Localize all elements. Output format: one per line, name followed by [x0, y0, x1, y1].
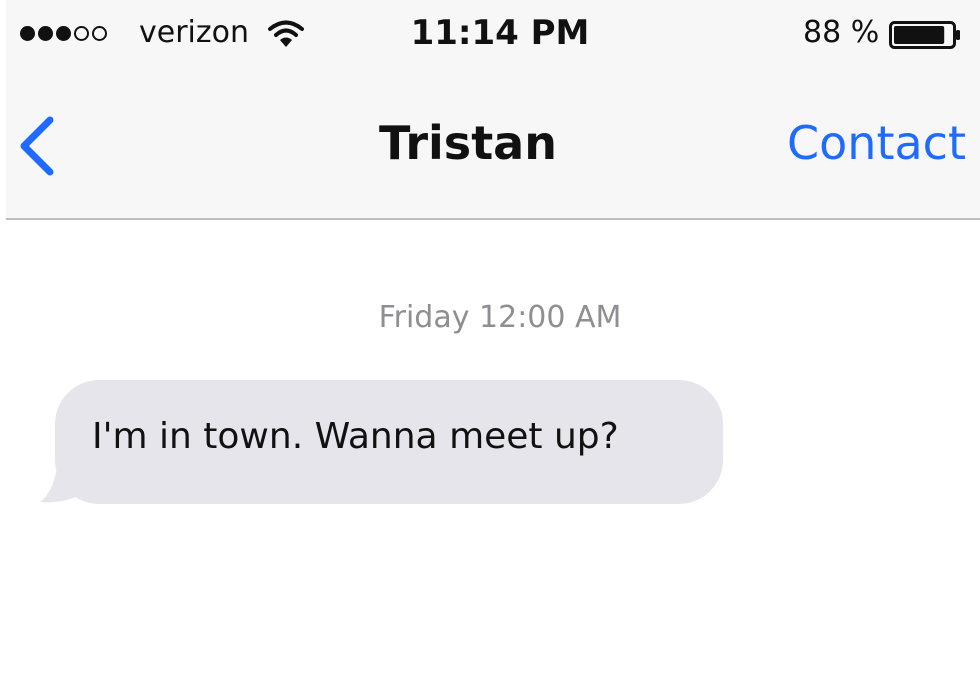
status-bar: verizon 11:14 PM 88 %: [0, 0, 980, 68]
message-text: I'm in town. Wanna meet up?: [92, 416, 619, 457]
battery-icon: [889, 21, 960, 49]
messages-screen: verizon 11:14 PM 88 % Tristan Contact Fr…: [0, 0, 980, 693]
message-timestamp: Friday 12:00 AM: [378, 300, 622, 335]
incoming-message-bubble[interactable]: I'm in town. Wanna meet up?: [55, 380, 723, 504]
battery-percentage: 88 %: [803, 15, 880, 50]
contact-button[interactable]: Contact: [787, 114, 966, 172]
